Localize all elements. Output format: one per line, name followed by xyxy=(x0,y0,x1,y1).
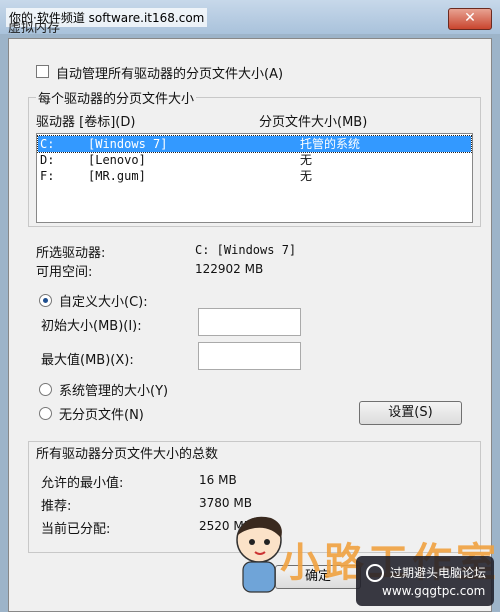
selected-drive-label: 所选驱动器: xyxy=(36,246,106,261)
totals-group-label: 所有驱动器分页文件大小的总数 xyxy=(36,447,219,462)
custom-size-label: 自定义大小(C): xyxy=(59,295,148,310)
close-button[interactable]: ✕ xyxy=(448,8,492,30)
no-paging-file-label: 无分页文件(N) xyxy=(59,408,144,423)
initial-size-input[interactable] xyxy=(198,308,301,336)
recommended-value: 3780 MB xyxy=(199,496,252,510)
auto-manage-label: 自动管理所有驱动器的分页文件大小(A) xyxy=(56,67,284,82)
min-allowed-label: 允许的最小值: xyxy=(41,476,124,491)
drive-letter: F: xyxy=(40,169,55,183)
max-size-input[interactable] xyxy=(198,342,301,370)
selected-drive-value: C: [Windows 7] xyxy=(195,243,297,257)
forum-logo-icon xyxy=(366,564,384,582)
set-button[interactable]: 设置(S) xyxy=(359,401,462,425)
custom-size-radio[interactable] xyxy=(39,294,52,307)
initial-size-label: 初始大小(MB)(I): xyxy=(41,319,142,334)
free-space-label: 可用空间: xyxy=(36,265,93,280)
drive-volume-label: [MR.gum] xyxy=(88,169,146,183)
system-managed-radio[interactable] xyxy=(39,383,52,396)
auto-manage-checkbox[interactable] xyxy=(36,65,49,78)
no-paging-file-radio[interactable] xyxy=(39,407,52,420)
drive-page-size: 无 xyxy=(300,153,313,167)
drive-page-size: 托管的系统 xyxy=(300,137,361,151)
drive-column-header: 驱动器 [卷标](D) xyxy=(36,115,136,130)
size-column-header: 分页文件大小(MB) xyxy=(259,115,368,130)
min-allowed-value: 16 MB xyxy=(199,473,237,487)
drive-letter: C: xyxy=(40,137,55,151)
free-space-value: 122902 MB xyxy=(195,262,264,276)
drive-page-size: 无 xyxy=(300,169,313,183)
drive-volume-label: [Windows 7] xyxy=(88,137,168,151)
title-bar: 你的·软件频道 software.it168.com 虚拟内存 ✕ xyxy=(0,0,500,36)
drive-row-f[interactable]: F: [MR.gum] 无 xyxy=(38,168,471,184)
currently-allocated-label: 当前已分配: xyxy=(41,522,111,537)
drive-volume-label: [Lenovo] xyxy=(88,153,146,167)
forum-watermark: 过期避头电脑论坛 www.gqgtpc.com xyxy=(356,556,494,606)
recommended-label: 推荐: xyxy=(41,499,72,514)
per-drive-group-label: 每个驱动器的分页文件大小 xyxy=(36,88,197,107)
system-managed-label: 系统管理的大小(Y) xyxy=(59,384,169,399)
forum-name: 过期避头电脑论坛 xyxy=(390,566,487,580)
drive-list[interactable]: C: [Windows 7] 托管的系统 D: [Lenovo] 无 F: [M… xyxy=(36,133,473,223)
max-size-label: 最大值(MB)(X): xyxy=(41,353,134,368)
drive-row-c[interactable]: C: [Windows 7] 托管的系统 xyxy=(37,135,472,153)
window-title: 虚拟内存 xyxy=(8,21,61,36)
drive-letter: D: xyxy=(40,153,55,167)
forum-url: www.gqgtpc.com xyxy=(382,584,486,598)
drive-row-d[interactable]: D: [Lenovo] 无 xyxy=(38,152,471,168)
